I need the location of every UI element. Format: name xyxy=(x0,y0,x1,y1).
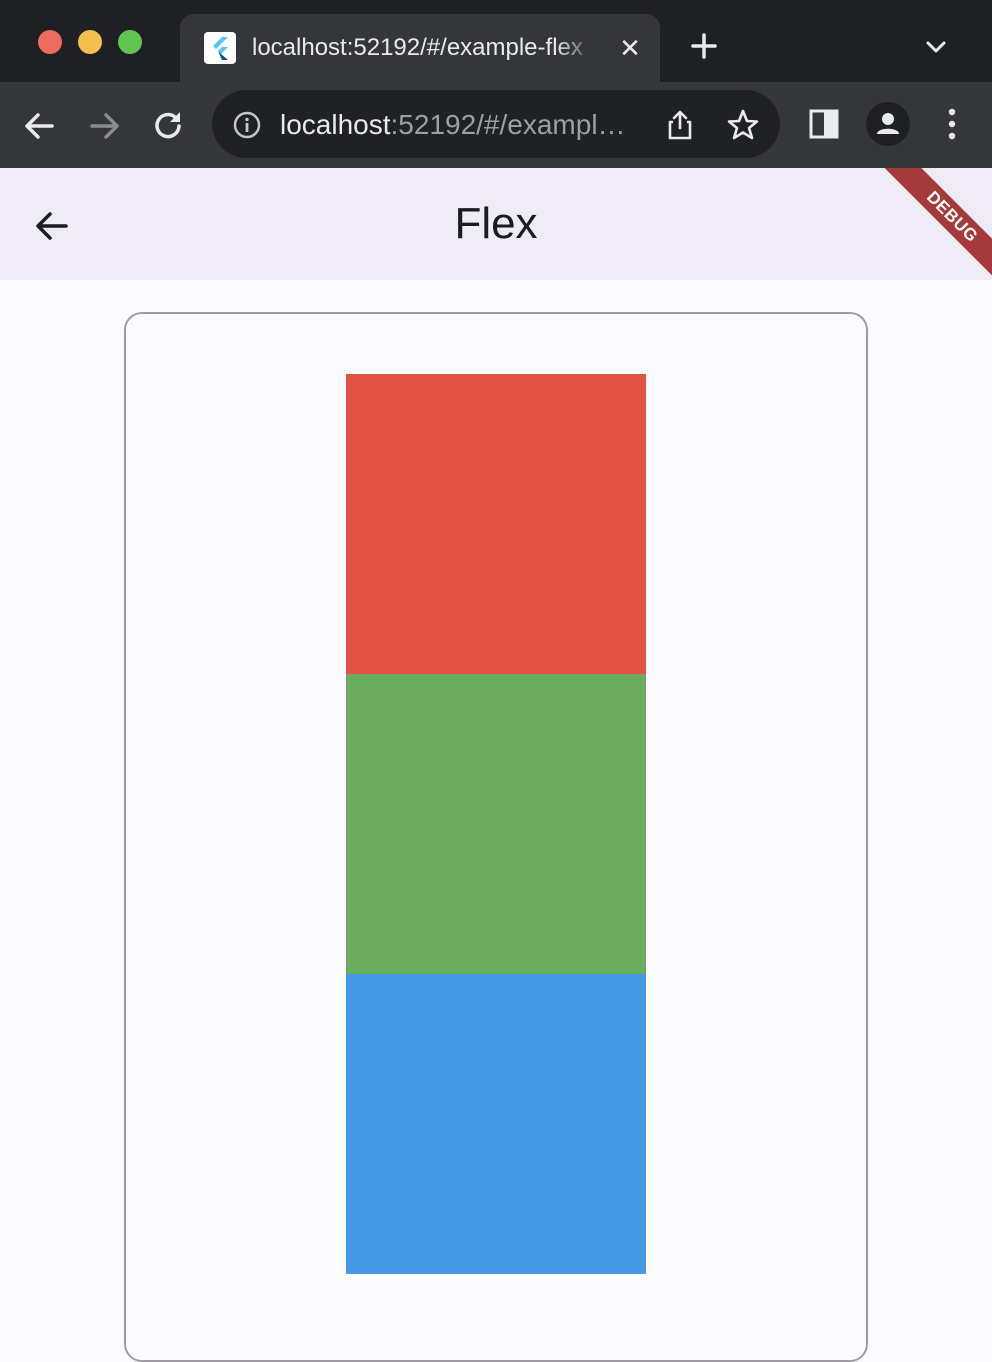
browser-tab[interactable]: localhost:52192/#/example-flex ✕ xyxy=(180,14,660,82)
browser-toolbar: localhost:52192/#/exampl… xyxy=(0,82,992,168)
site-info-icon[interactable] xyxy=(232,110,262,140)
green-box xyxy=(346,674,646,974)
chevron-down-icon xyxy=(926,41,946,53)
new-tab-button[interactable] xyxy=(684,26,724,66)
url-path: :52192/#/exampl… xyxy=(390,109,626,140)
tab-search-button[interactable] xyxy=(916,30,956,66)
browser-reload-button[interactable] xyxy=(146,104,190,148)
close-window-button[interactable] xyxy=(38,30,62,54)
tab-close-icon[interactable]: ✕ xyxy=(616,34,644,62)
arrow-left-icon xyxy=(25,113,54,139)
red-box xyxy=(346,374,646,674)
browser-tab-strip: localhost:52192/#/example-flex ✕ xyxy=(0,0,992,82)
address-url[interactable]: localhost:52192/#/exampl… xyxy=(280,109,646,141)
app-bar: Flex DEBUG xyxy=(0,168,992,280)
profile-icon[interactable] xyxy=(866,102,910,146)
flutter-favicon-icon xyxy=(204,32,236,64)
reload-icon xyxy=(155,112,181,139)
plus-icon xyxy=(691,33,717,59)
url-host: localhost xyxy=(280,109,391,140)
blue-box xyxy=(346,974,646,1274)
zoom-window-button[interactable] xyxy=(118,30,142,54)
browser-forward-button[interactable] xyxy=(82,104,126,148)
arrow-right-icon xyxy=(90,113,119,139)
page-title: Flex xyxy=(454,199,538,248)
browser-back-button[interactable] xyxy=(18,104,62,148)
share-icon[interactable] xyxy=(664,108,696,142)
address-bar[interactable]: localhost:52192/#/exampl… xyxy=(212,90,780,158)
side-panel-icon[interactable] xyxy=(806,106,842,142)
tab-title: localhost:52192/#/example-flex xyxy=(252,34,583,61)
kebab-menu-icon[interactable] xyxy=(936,104,968,144)
minimize-window-button[interactable] xyxy=(78,30,102,54)
star-icon[interactable] xyxy=(726,108,760,142)
